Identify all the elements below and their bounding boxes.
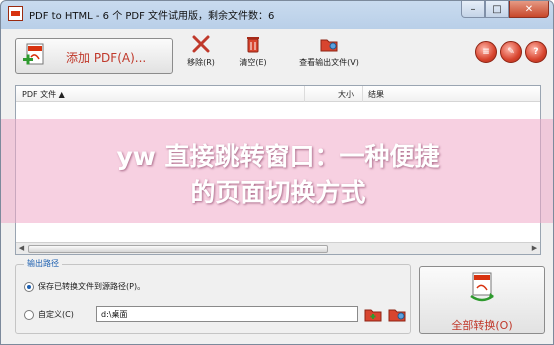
remove-x-icon <box>192 35 210 53</box>
clear-button[interactable]: 清空(E) <box>235 35 271 68</box>
toolbar: 添加 PDF(A)... 移除(R) 清空(E) 查看输出文件(V) ≡ ✎ ? <box>7 31 549 81</box>
menu-round-icon[interactable]: ≡ <box>475 41 497 63</box>
watermark-caption: yw 直接跳转窗口：一种便捷 的页面切换方式 <box>1 139 553 211</box>
add-pdf-icon <box>23 43 44 65</box>
close-button[interactable]: ✕ <box>509 1 549 18</box>
clear-label: 清空(E) <box>239 58 267 67</box>
window-title: PDF to HTML - 6 个 PDF 文件试用版，剩余文件数：6 <box>29 11 275 22</box>
save-to-source-label: 保存已转换文件到源路径(P)。 <box>38 282 146 291</box>
help-round-icon[interactable]: ? <box>525 41 547 63</box>
view-output-label: 查看输出文件(V) <box>299 58 359 67</box>
watermark-line-2: 的页面切换方式 <box>190 178 366 207</box>
trash-icon <box>247 37 259 53</box>
output-path-group: 输出路径 保存已转换文件到源路径(P)。 自定义(C) <box>15 258 411 334</box>
app-window: PDF to HTML - 6 个 PDF 文件试用版，剩余文件数：6 – □ … <box>0 0 554 345</box>
open-folder-icon[interactable] <box>388 305 406 323</box>
folder-view-icon <box>320 39 338 52</box>
settings-round-icon[interactable]: ✎ <box>500 41 522 63</box>
column-header-pdf-file[interactable]: PDF 文件 ▲ <box>22 89 65 100</box>
pdf-to-html-icon <box>470 272 494 302</box>
minimize-button[interactable]: – <box>461 1 485 18</box>
scrollbar-thumb[interactable] <box>28 245 328 253</box>
maximize-button[interactable]: □ <box>485 1 509 18</box>
browse-folder-icon[interactable] <box>364 305 382 323</box>
remove-label: 移除(R) <box>187 58 215 67</box>
pdf-app-icon <box>8 6 23 21</box>
watermark-line-1: yw 直接跳转窗口：一种便捷 <box>116 142 440 171</box>
custom-label: 自定义(C) <box>38 310 74 319</box>
radio-unchecked-icon[interactable] <box>24 309 34 320</box>
add-pdf-label: 添加 PDF(A)... <box>66 51 147 65</box>
convert-all-label: 全部转换(O) <box>451 319 513 332</box>
column-divider[interactable] <box>304 86 305 102</box>
column-header-result[interactable]: 结果 <box>368 89 384 100</box>
output-path-title: 输出路径 <box>24 258 62 269</box>
column-header-size[interactable]: 大小 <box>338 89 354 100</box>
remove-button[interactable]: 移除(R) <box>183 35 219 68</box>
radio-save-to-source[interactable]: 保存已转换文件到源路径(P)。 <box>24 281 145 292</box>
custom-path-input[interactable] <box>96 306 358 322</box>
column-divider[interactable] <box>362 86 363 102</box>
radio-checked-icon[interactable] <box>24 281 34 292</box>
convert-all-button[interactable]: 全部转换(O) <box>419 266 545 334</box>
scroll-left-icon[interactable]: ◀ <box>16 243 27 254</box>
title-bar[interactable]: PDF to HTML - 6 个 PDF 文件试用版，剩余文件数：6 – □ … <box>1 1 553 27</box>
add-pdf-button[interactable]: 添加 PDF(A)... <box>15 38 173 74</box>
window-controls: – □ ✕ <box>461 1 549 18</box>
horizontal-scrollbar[interactable]: ◀ ▶ <box>16 242 540 254</box>
scroll-right-icon[interactable]: ▶ <box>529 243 540 254</box>
list-header: PDF 文件 ▲ 大小 结果 <box>16 86 540 102</box>
radio-custom[interactable]: 自定义(C) <box>24 309 74 320</box>
view-output-button[interactable]: 查看输出文件(V) <box>289 35 369 68</box>
